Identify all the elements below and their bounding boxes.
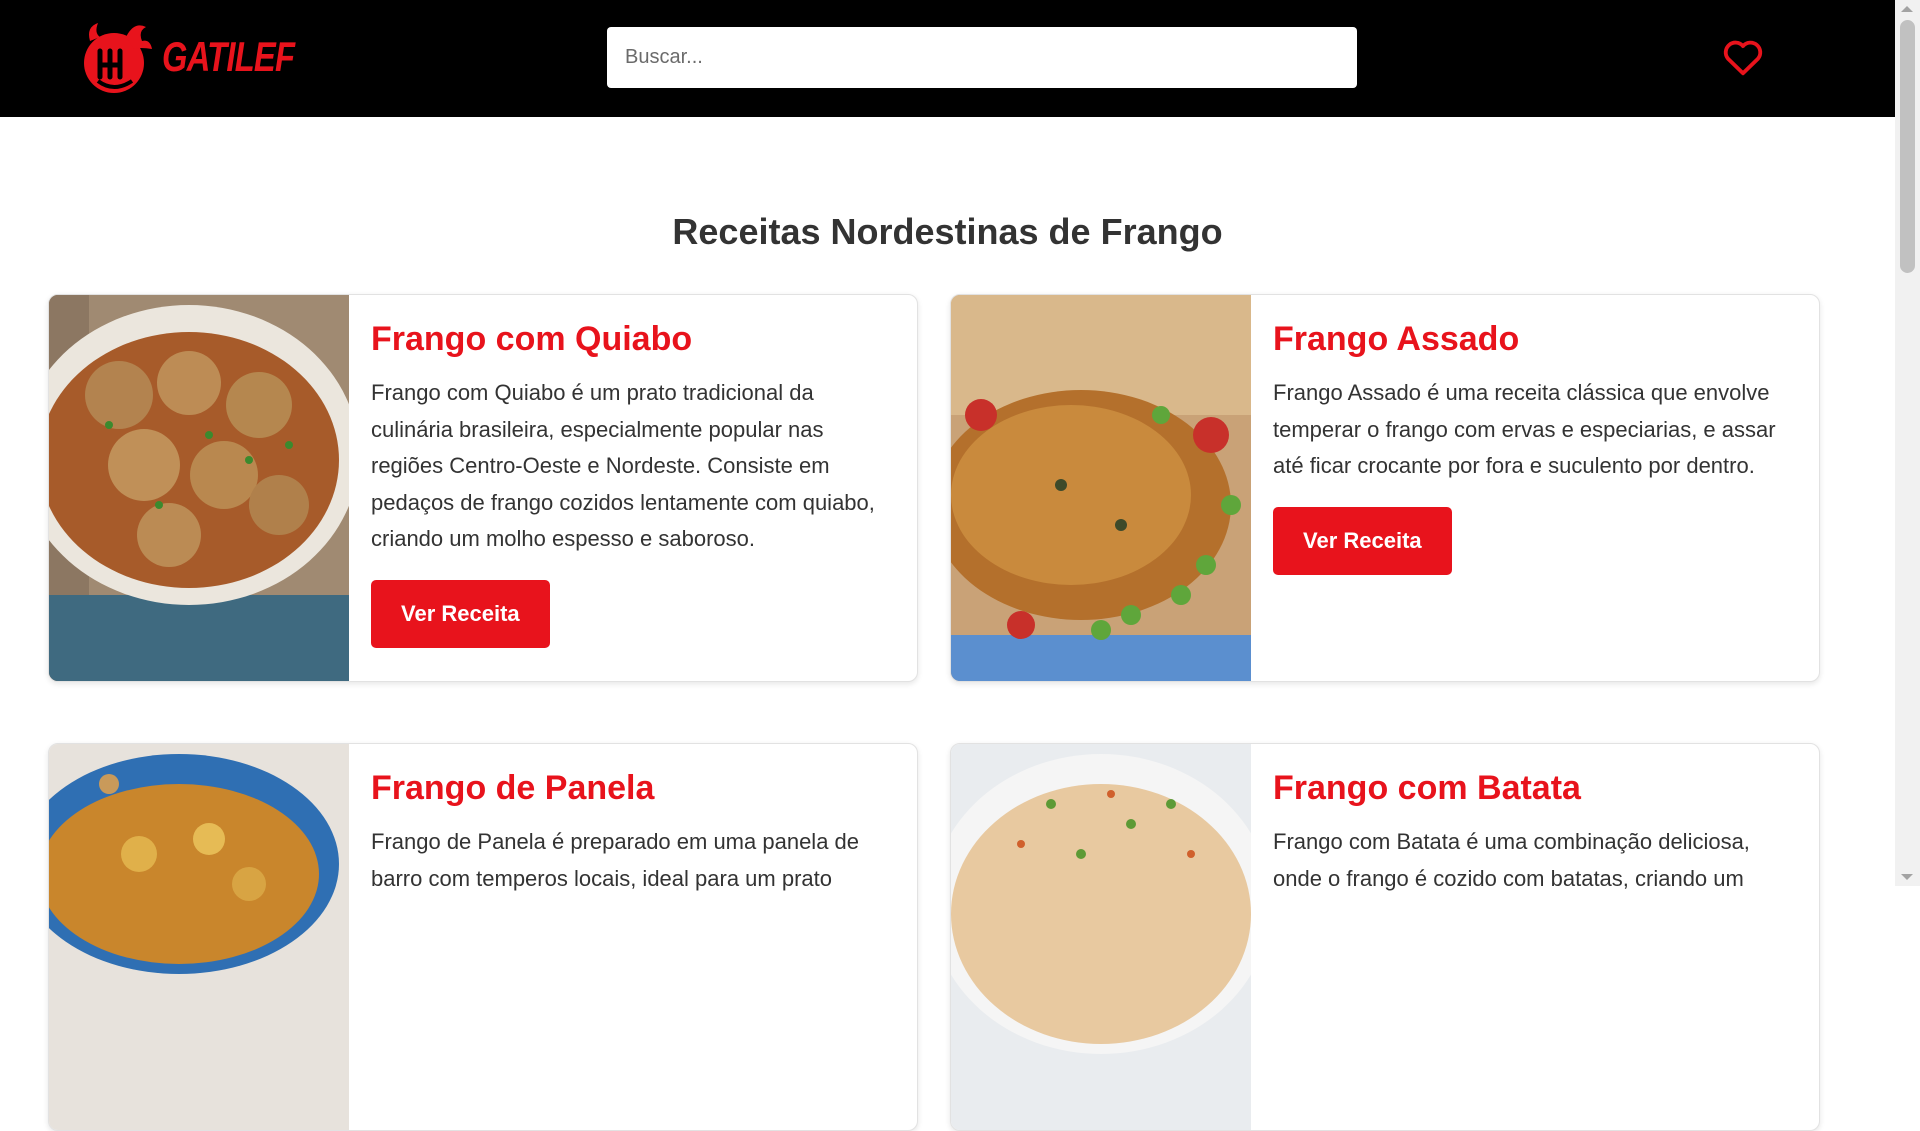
recipe-image <box>951 295 1251 681</box>
favorites-button[interactable] <box>1720 34 1766 80</box>
logo-text: GATILEF <box>162 33 295 80</box>
recipe-image <box>951 744 1251 1130</box>
scrollbar-thumb[interactable] <box>1900 20 1915 273</box>
recipe-card: Frango com Quiabo Frango com Quiabo é um… <box>48 294 918 682</box>
recipe-title: Frango com Quiabo <box>371 320 693 358</box>
heart-icon <box>1723 40 1763 76</box>
view-recipe-button[interactable]: Ver Receita <box>371 579 550 648</box>
rooster-logo-icon <box>84 23 152 93</box>
recipe-card: Frango com Batata Frango com Batata é um… <box>950 743 1820 1131</box>
view-recipe-button[interactable]: Ver Receita <box>1273 506 1452 575</box>
recipe-description: Frango com Batata é uma combinação delic… <box>1273 829 1750 891</box>
recipe-title: Frango de Panela <box>371 769 655 807</box>
scrollbar[interactable] <box>1895 0 1920 886</box>
site-header: GATILEF <box>0 0 1895 117</box>
recipe-description: Frango com Quiabo é um prato tradicional… <box>371 380 875 551</box>
recipe-description: Frango Assado é uma receita clássica que… <box>1273 380 1776 478</box>
recipe-description: Frango de Panela é preparado em uma pane… <box>371 829 860 891</box>
recipe-title: Frango com Batata <box>1273 769 1581 807</box>
recipe-image <box>49 295 349 681</box>
scroll-down-icon[interactable] <box>1901 874 1913 880</box>
recipe-card: Frango Assado Frango Assado é uma receit… <box>950 294 1820 682</box>
logo[interactable]: GATILEF <box>76 19 332 95</box>
recipe-card: Frango de Panela Frango de Panela é prep… <box>48 743 918 1131</box>
scroll-up-icon[interactable] <box>1901 6 1913 12</box>
search-input[interactable] <box>607 27 1357 88</box>
recipe-image <box>49 744 349 1130</box>
recipe-title: Frango Assado <box>1273 320 1520 358</box>
page-title: Receitas Nordestinas de Frango <box>672 211 1223 252</box>
